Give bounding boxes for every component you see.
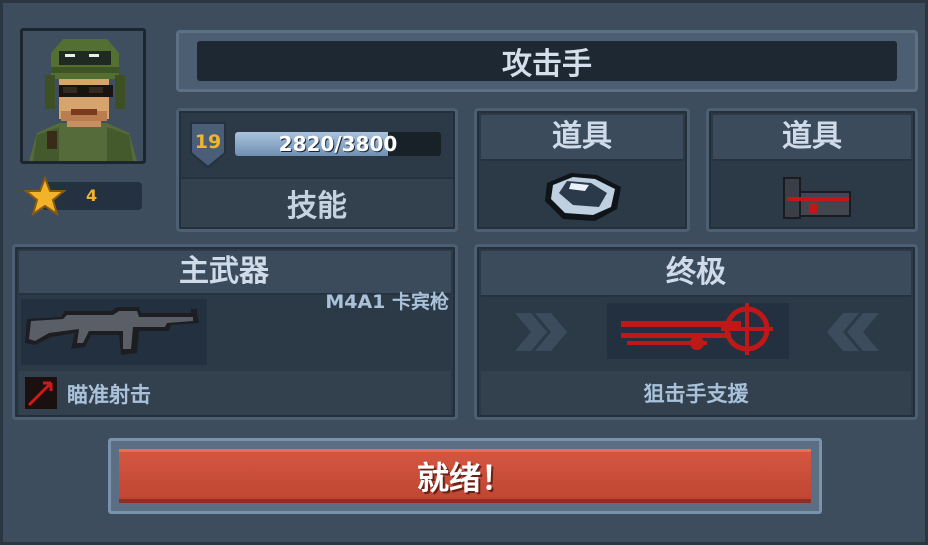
xp-bar: 2820/3800 <box>235 132 441 156</box>
item-slot-1[interactable]: 道具 <box>474 108 690 232</box>
rank-value: 4 <box>86 186 98 205</box>
chevron-left-icon[interactable] <box>823 309 883 355</box>
ultimate-name: 狙击手支援 <box>643 382 749 406</box>
armor-vest-icon <box>545 173 621 221</box>
item-slot-2-label: 道具 <box>713 115 911 161</box>
weapon-slot[interactable] <box>21 299 207 365</box>
xp-text: 2820/3800 <box>278 132 398 156</box>
star-icon <box>23 176 67 216</box>
aim-shot-icon <box>25 377 57 409</box>
item-slot-2[interactable]: 道具 <box>706 108 918 232</box>
chevron-right-icon[interactable] <box>511 309 571 355</box>
rifle-icon <box>25 307 199 355</box>
skill-panel[interactable]: 19 2820/3800 技能 <box>176 108 458 232</box>
ability-label: 瞄准射击 <box>67 383 151 407</box>
level-badge: 19 <box>189 121 227 169</box>
weapon-name: M4A1 卡宾枪 <box>325 291 449 313</box>
ultimate-header: 终极 <box>481 251 911 297</box>
ultimate-name-strip: 狙击手支援 <box>481 371 911 415</box>
rank-indicator: 4 <box>22 176 142 216</box>
ultimate-panel[interactable]: 终极 狙击手支援 <box>474 244 918 420</box>
weapon-ability[interactable]: 瞄准射击 <box>19 371 451 415</box>
red-dot-sight-icon <box>783 177 851 219</box>
skill-button[interactable]: 技能 <box>181 177 453 227</box>
level-number: 19 <box>194 131 222 153</box>
item-slot-1-label: 道具 <box>481 115 683 161</box>
primary-weapon-panel[interactable]: 主武器 M4A1 卡宾枪 瞄准射击 <box>12 244 458 420</box>
class-name-bar: 攻击手 <box>176 30 918 92</box>
sniper-scope-icon <box>621 303 773 355</box>
character-portrait[interactable] <box>20 28 146 164</box>
skill-label: 技能 <box>287 189 347 224</box>
soldier-avatar-icon <box>23 31 143 161</box>
class-name: 攻击手 <box>197 41 897 82</box>
ultimate-slot[interactable] <box>607 303 789 359</box>
ready-button-label: 就绪！ <box>119 449 811 503</box>
ready-button[interactable]: 就绪！ <box>108 438 822 514</box>
